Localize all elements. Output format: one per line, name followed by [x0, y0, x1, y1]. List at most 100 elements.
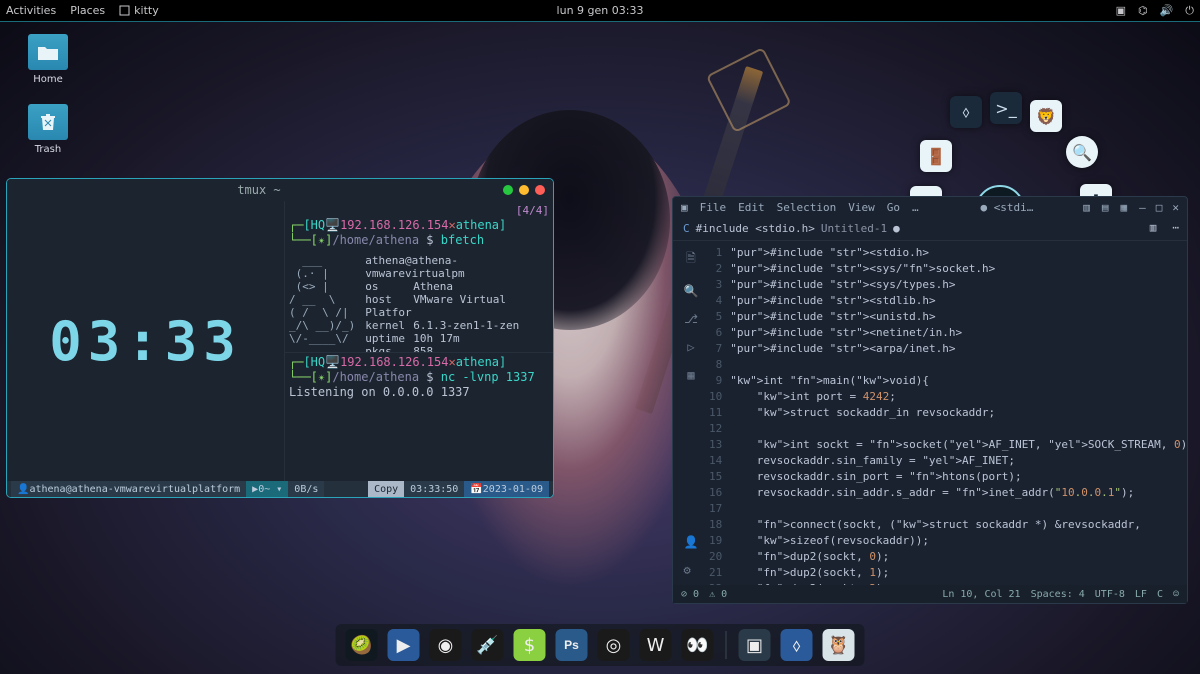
code-line[interactable]: "pur">#include "str"><unistd.h>: [730, 309, 1187, 325]
settings-gear-icon[interactable]: ⚙: [684, 563, 699, 577]
maximize-button[interactable]: □: [1156, 201, 1163, 214]
fingerprint-icon[interactable]: ◎: [598, 629, 630, 661]
exit-icon[interactable]: 🚪: [920, 140, 952, 172]
burp-icon[interactable]: ◉: [430, 629, 462, 661]
close-icon[interactable]: [535, 185, 545, 195]
code-line[interactable]: "kw">int "fn">main("kw">void){: [730, 373, 1187, 389]
activities-button[interactable]: Activities: [6, 4, 56, 17]
minimize-button[interactable]: —: [1139, 201, 1146, 214]
code-line[interactable]: "pur">#include "str"><sys/types.h>: [730, 277, 1187, 293]
menu-edit[interactable]: Edit: [738, 201, 765, 214]
code-line[interactable]: "fn">connect(sockt, ("kw">struct sockadd…: [730, 517, 1187, 533]
status-session[interactable]: ▶ 0 ~ ▾: [246, 481, 288, 497]
terminal-titlebar[interactable]: tmux ~: [7, 179, 553, 201]
code-line[interactable]: "kw">struct sockaddr_in revsockaddr;: [730, 405, 1187, 421]
modified-dot-icon: ●: [893, 222, 900, 235]
maximize-icon[interactable]: [519, 185, 529, 195]
layout-toggle-icon[interactable]: ▥: [1083, 201, 1090, 214]
prompt-line: └──[✴]/home/athena $ bfetch: [289, 233, 549, 248]
kiwi-icon[interactable]: 🥝: [346, 629, 378, 661]
menu-go[interactable]: Go: [887, 201, 900, 214]
network-icon[interactable]: ⌬: [1138, 4, 1148, 17]
dock: 🥝 ▶ ◉ 💉 $ Ps ◎ W 👀 ▣ ⬨ 🦉: [336, 624, 865, 666]
lang-badge: C: [683, 222, 690, 235]
vscode-icon[interactable]: ⬨: [950, 96, 982, 128]
power-icon[interactable]: ⏻: [1185, 4, 1194, 18]
code-line[interactable]: [730, 421, 1187, 437]
terminal-window: tmux ~ 03:33 [4/4] ┌─[HQ🖥️192.168.126.15…: [6, 178, 554, 498]
search-icon[interactable]: 🔍: [1066, 136, 1098, 168]
code-line[interactable]: revsockaddr.sin_addr.s_addr = "fn">inet_…: [730, 485, 1187, 501]
home-folder[interactable]: Home: [20, 34, 76, 85]
places-button[interactable]: Places: [70, 4, 105, 17]
minimize-icon[interactable]: [503, 185, 513, 195]
more-actions-icon[interactable]: ⋯: [1164, 217, 1187, 240]
source-control-icon[interactable]: ⎇: [684, 312, 698, 326]
search-icon[interactable]: 🔍: [684, 284, 699, 298]
menu-file[interactable]: File: [700, 201, 727, 214]
status-feedback-icon[interactable]: ☺: [1173, 589, 1179, 600]
folder-icon: [28, 34, 68, 70]
code-line[interactable]: "pur">#include "str"><arpa/inet.h>: [730, 341, 1187, 357]
tray-app-icon[interactable]: ▣: [1116, 4, 1126, 17]
trash[interactable]: Trash: [20, 104, 76, 155]
status-lang[interactable]: C: [1157, 589, 1163, 600]
status-copy[interactable]: Copy: [368, 481, 404, 497]
split-editor-icon[interactable]: ▥: [1142, 217, 1165, 240]
owl-icon[interactable]: 🦉: [823, 629, 855, 661]
code-line[interactable]: "pur">#include "str"><netinet/in.h>: [730, 325, 1187, 341]
photoshop-icon[interactable]: Ps: [556, 629, 588, 661]
shell-icon[interactable]: $: [514, 629, 546, 661]
wikipedia-icon[interactable]: W: [640, 629, 672, 661]
account-icon[interactable]: 👤: [684, 535, 699, 549]
terminal-title: tmux ~: [15, 183, 503, 197]
menu-selection[interactable]: Selection: [777, 201, 837, 214]
tmux-clock-pane[interactable]: 03:33: [7, 201, 285, 481]
tmux-nc-pane[interactable]: ┌─[HQ🖥️192.168.126.154✕athena] └──[✴]/ho…: [285, 353, 553, 481]
panel-toggle-icon[interactable]: ▤: [1102, 201, 1109, 214]
code-line[interactable]: "kw">int sockt = "fn">socket("yel">AF_IN…: [730, 437, 1187, 453]
code-line[interactable]: "fn">dup2(sockt, 1);: [730, 565, 1187, 581]
top-bar: Activities Places kitty lun 9 gen 03:33 …: [0, 0, 1200, 22]
code-content[interactable]: "pur">#include "str"><stdio.h>"pur">#inc…: [730, 241, 1187, 585]
syringe-icon[interactable]: 💉: [472, 629, 504, 661]
code-line[interactable]: [730, 501, 1187, 517]
status-spaces[interactable]: Spaces: 4: [1031, 589, 1085, 600]
explorer-icon[interactable]: 🗎: [686, 249, 696, 270]
volume-icon[interactable]: 🔊: [1160, 4, 1174, 17]
sidebar-toggle-icon[interactable]: ▦: [1121, 201, 1128, 214]
code-line[interactable]: revsockaddr.sin_family = "yel">AF_INET;: [730, 453, 1187, 469]
code-line[interactable]: "kw">sizeof(revsockaddr));: [730, 533, 1187, 549]
active-app[interactable]: kitty: [119, 4, 159, 17]
code-line[interactable]: "pur">#include "str"><stdio.h>: [730, 245, 1187, 261]
brave-icon[interactable]: 🦁: [1030, 100, 1062, 132]
topbar-clock[interactable]: lun 9 gen 03:33: [557, 4, 644, 17]
kitty-icon: [119, 5, 130, 16]
terminal-icon[interactable]: >_: [990, 92, 1022, 124]
eyes-icon[interactable]: 👀: [682, 629, 714, 661]
extensions-icon[interactable]: ▦: [687, 368, 694, 382]
code-line[interactable]: revsockaddr.sin_port = "fn">htons(port);: [730, 469, 1187, 485]
status-eol[interactable]: LF: [1135, 589, 1147, 600]
status-warnings[interactable]: ⚠ 0: [709, 589, 727, 600]
editor-tab[interactable]: C #include <stdio.h> Untitled-1 ●: [673, 217, 910, 240]
status-cursor[interactable]: Ln 10, Col 21: [942, 589, 1020, 600]
code-line[interactable]: "kw">int port = 4242;: [730, 389, 1187, 405]
menu-view[interactable]: View: [848, 201, 875, 214]
code-line[interactable]: "pur">#include "str"><stdlib.h>: [730, 293, 1187, 309]
terminal-app-icon[interactable]: ▣: [739, 629, 771, 661]
status-encoding[interactable]: UTF-8: [1095, 589, 1125, 600]
editor-area[interactable]: 1234567891011121314151617181920212223242…: [709, 241, 1187, 585]
status-errors[interactable]: ⊘ 0: [681, 589, 699, 600]
menu-…[interactable]: …: [912, 201, 919, 214]
code-line[interactable]: "fn">dup2(sockt, 0);: [730, 549, 1187, 565]
tmux-status-bar: 👤 athena@athena-vmwarevirtualplatform ▶ …: [7, 481, 553, 497]
vscode-app-icon[interactable]: ⬨: [781, 629, 813, 661]
tmux-bfetch-pane[interactable]: [4/4] ┌─[HQ🖥️192.168.126.154✕athena] └──…: [285, 201, 553, 353]
powershell-icon[interactable]: ▶: [388, 629, 420, 661]
prompt-line: ┌─[HQ🖥️192.168.126.154✕athena]: [289, 218, 549, 233]
debug-icon[interactable]: ▷: [687, 340, 694, 354]
code-line[interactable]: [730, 357, 1187, 373]
close-button[interactable]: ✕: [1172, 201, 1179, 214]
code-line[interactable]: "pur">#include "str"><sys/"fn">socket.h>: [730, 261, 1187, 277]
